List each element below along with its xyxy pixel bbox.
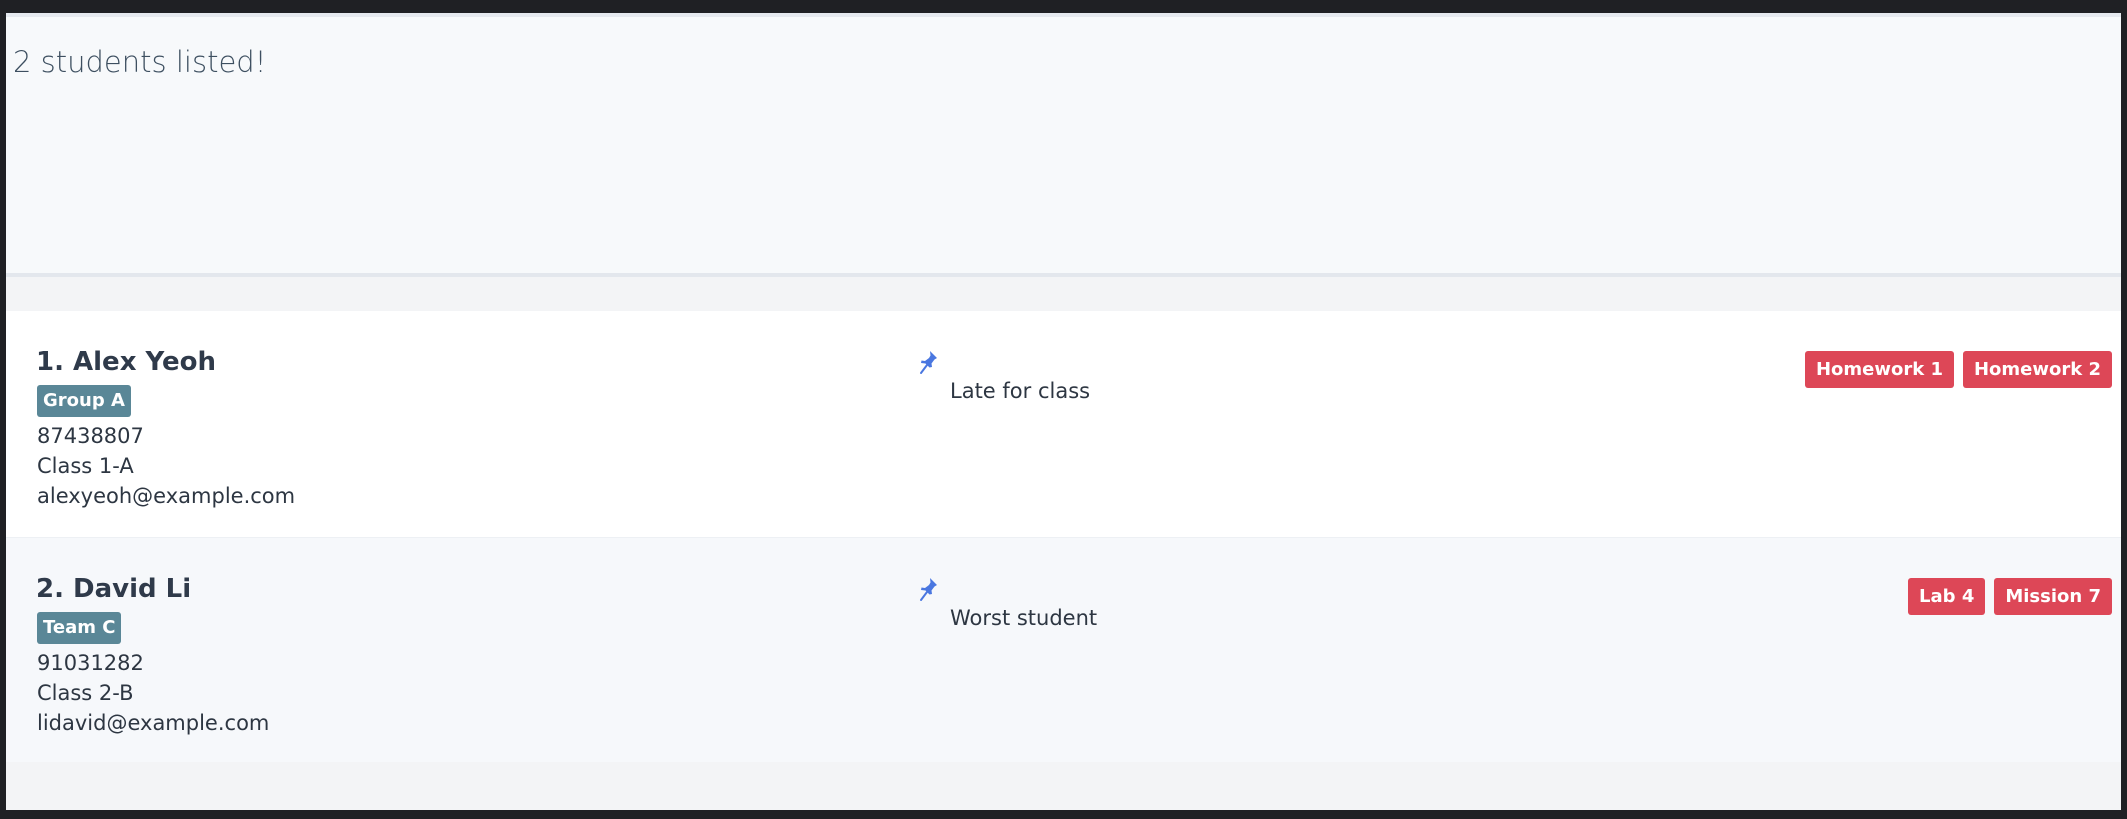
- assignment-tag: Lab 4: [1908, 578, 1986, 615]
- student-phone: 91031282: [37, 651, 144, 675]
- app-window: 2 students listed! 1. Alex Yeoh Group A …: [6, 13, 2121, 810]
- student-phone: 87438807: [37, 424, 144, 448]
- group-tag: Team C: [37, 612, 122, 644]
- pin-icon: [920, 578, 937, 601]
- student-name: 1. Alex Yeoh: [36, 347, 216, 377]
- result-display: 2 students listed!: [6, 13, 2121, 277]
- assignment-tags: Homework 1 Homework 2: [1804, 351, 2112, 388]
- student-name: 2. David Li: [36, 574, 192, 604]
- assignment-tag: Homework 2: [1962, 351, 2112, 388]
- pin-icon: [920, 351, 937, 374]
- assignment-tags: Lab 4 Mission 7: [1908, 578, 2112, 615]
- student-remark: Worst student: [950, 606, 1098, 630]
- assignment-tag: Mission 7: [1994, 578, 2112, 615]
- result-message: 2 students listed!: [13, 45, 267, 79]
- student-class: Class 2-B: [37, 681, 134, 705]
- student-email: alexyeoh@example.com: [37, 484, 296, 508]
- student-card[interactable]: 1. Alex Yeoh Group A 87438807 Class 1-A …: [6, 311, 2121, 537]
- student-email: lidavid@example.com: [37, 711, 270, 735]
- group-tag: Group A: [37, 385, 131, 417]
- student-list[interactable]: 1. Alex Yeoh Group A 87438807 Class 1-A …: [6, 311, 2121, 762]
- panel-divider: [6, 277, 2121, 311]
- student-remark: Late for class: [950, 379, 1091, 403]
- student-class: Class 1-A: [37, 454, 134, 478]
- student-card[interactable]: 2. David Li Team C 91031282 Class 2-B li…: [6, 537, 2121, 762]
- assignment-tag: Homework 1: [1804, 351, 1954, 388]
